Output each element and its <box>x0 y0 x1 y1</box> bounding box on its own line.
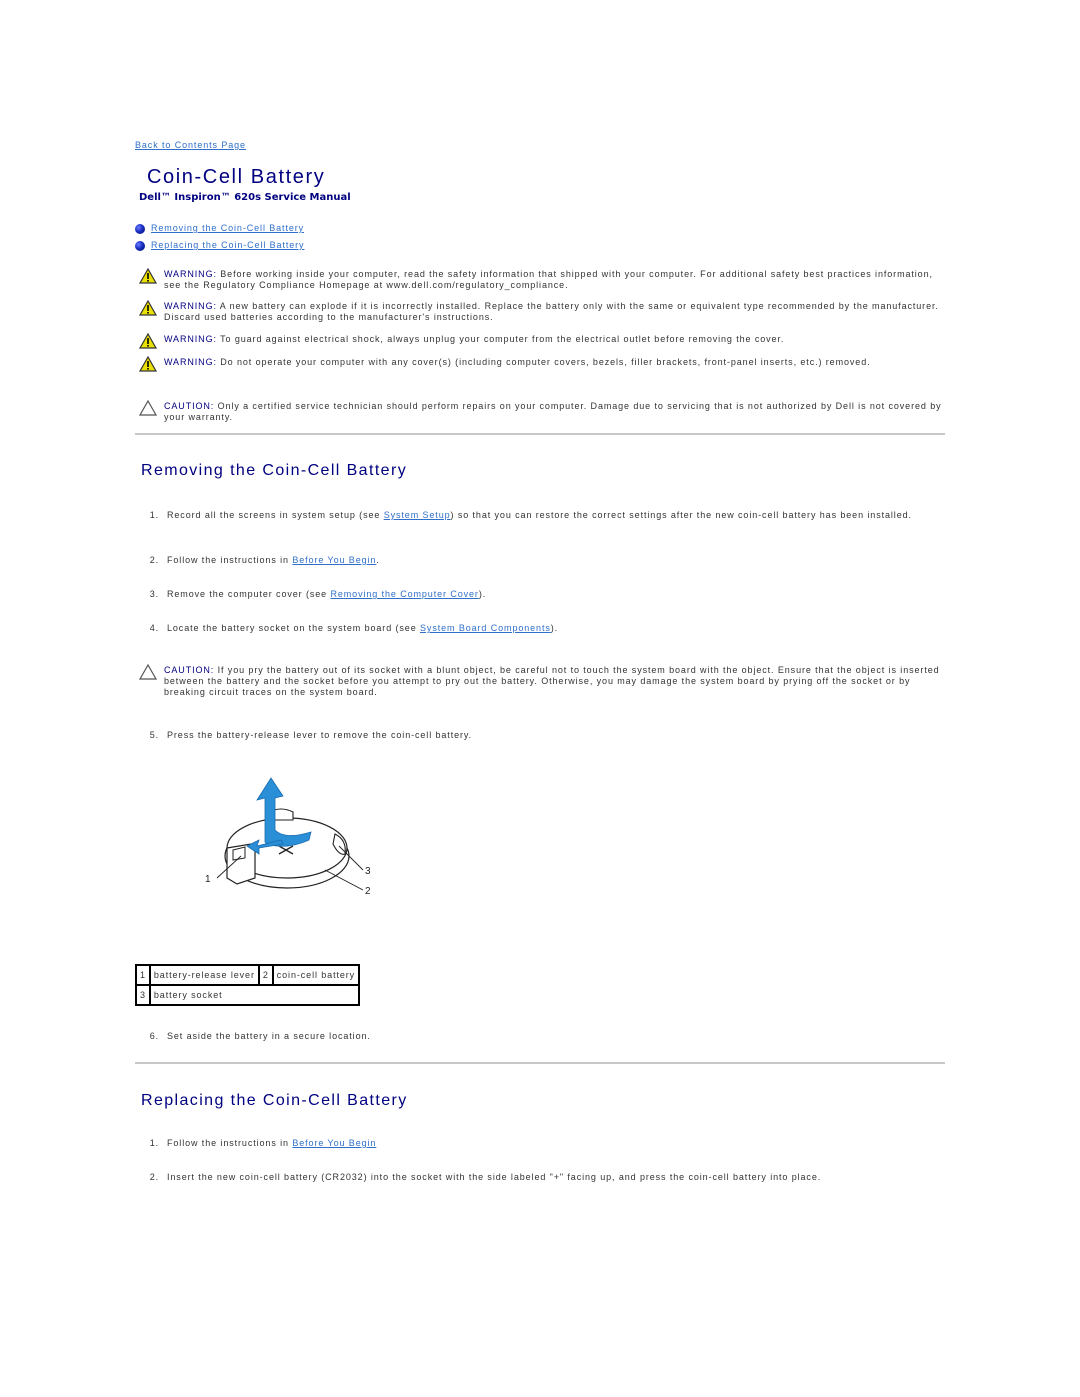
step-text: Set aside the battery in a secure locati… <box>167 1031 371 1041</box>
step-text: ). <box>478 589 487 599</box>
legend-number: 3 <box>135 984 151 1006</box>
notice-text: To guard against electrical shock, alway… <box>220 334 785 344</box>
step-number: 5. <box>149 730 159 740</box>
bullet-icon <box>135 223 145 234</box>
warning-icon <box>138 300 158 316</box>
table-row: 1 battery-release lever 2 coin-cell batt… <box>135 964 361 986</box>
section-heading-replacing: Replacing the Coin-Cell Battery <box>141 1092 408 1109</box>
callout-3: 3 <box>365 866 371 877</box>
step-number: 4. <box>149 623 159 633</box>
caution-notice: CAUTION: Only a certified service techni… <box>135 400 945 423</box>
legend-label: battery socket <box>148 984 361 1006</box>
notice-label: CAUTION: <box>164 401 215 411</box>
step-text: Follow the instructions in <box>167 1138 293 1148</box>
step-number: 2. <box>149 1172 159 1182</box>
warning-notice: WARNING: Before working inside your comp… <box>135 268 945 291</box>
legend-number: 2 <box>257 964 274 986</box>
step-number: 1. <box>149 1138 159 1148</box>
step-item: 1. Record all the screens in system setu… <box>135 510 945 521</box>
step-item: 2. Follow the instructions in Before You… <box>135 555 945 566</box>
notice-text: Only a certified service technician shou… <box>164 401 942 422</box>
notice-text: If you pry the battery out of its socket… <box>164 665 940 697</box>
table-of-contents: Removing the Coin-Cell Battery Replacing… <box>135 220 304 254</box>
system-setup-link[interactable]: System Setup <box>384 510 451 520</box>
toc-item: Removing the Coin-Cell Battery <box>135 220 304 237</box>
toc-link-replacing[interactable]: Replacing the Coin-Cell Battery <box>151 240 304 251</box>
callout-2: 2 <box>365 886 371 897</box>
step-text: ). <box>550 623 559 633</box>
legend-label: battery-release lever <box>148 964 260 986</box>
warning-icon <box>138 333 158 349</box>
step-item: 1. Follow the instructions in Before You… <box>135 1138 945 1149</box>
notice-label: WARNING: <box>164 301 217 311</box>
warning-notice: WARNING: A new battery can explode if it… <box>135 300 945 323</box>
caution-icon <box>138 400 158 416</box>
warning-notice: WARNING: To guard against electrical sho… <box>135 333 945 349</box>
system-board-components-link[interactable]: System Board Components <box>420 623 551 633</box>
page-title: Coin-Cell Battery <box>147 166 326 188</box>
notice-text: Do not operate your computer with any co… <box>220 357 871 367</box>
step-text: Remove the computer cover (see <box>167 589 331 599</box>
notice-text: A new battery can explode if it is incor… <box>164 301 939 322</box>
caution-icon <box>138 664 158 680</box>
table-row: 3 battery socket <box>135 984 361 1006</box>
step-text: ) so that you can restore the correct se… <box>450 510 912 520</box>
callout-1: 1 <box>205 874 211 885</box>
notice-label: WARNING: <box>164 357 217 367</box>
step-item: 2. Insert the new coin-cell battery (CR2… <box>135 1172 945 1183</box>
toc-item: Replacing the Coin-Cell Battery <box>135 237 304 254</box>
section-divider <box>135 1062 945 1064</box>
caution-notice: CAUTION: If you pry the battery out of i… <box>135 664 945 698</box>
step-text: Locate the battery socket on the system … <box>167 623 421 633</box>
step-text: Press the battery-release lever to remov… <box>167 730 473 740</box>
toc-link-removing[interactable]: Removing the Coin-Cell Battery <box>151 223 304 234</box>
warning-icon <box>138 268 158 284</box>
callout-legend-table: 1 battery-release lever 2 coin-cell batt… <box>135 964 361 1006</box>
legend-number: 1 <box>135 964 151 986</box>
warning-notice: WARNING: Do not operate your computer wi… <box>135 356 945 372</box>
manual-subtitle: Dell™ Inspiron™ 620s Service Manual <box>139 192 351 203</box>
step-item: 4. Locate the battery socket on the syst… <box>135 623 945 634</box>
section-heading-removing: Removing the Coin-Cell Battery <box>141 462 408 479</box>
bullet-icon <box>135 240 145 251</box>
notice-text: Before working inside your computer, rea… <box>164 269 933 290</box>
before-you-begin-link[interactable]: Before You Begin <box>292 555 376 565</box>
step-text: Insert the new coin-cell battery (CR2032… <box>167 1172 822 1182</box>
notice-label: CAUTION: <box>164 665 215 675</box>
notice-label: WARNING: <box>164 269 217 279</box>
step-item: 3. Remove the computer cover (see Removi… <box>135 589 945 600</box>
removing-computer-cover-link[interactable]: Removing the Computer Cover <box>330 589 478 599</box>
back-to-contents-link[interactable]: Back to Contents Page <box>135 140 246 151</box>
section-divider <box>135 433 945 435</box>
step-text: Follow the instructions in <box>167 555 293 565</box>
warning-icon <box>138 356 158 372</box>
before-you-begin-link[interactable]: Before You Begin <box>292 1138 376 1148</box>
step-text: . <box>376 555 380 565</box>
step-number: 1. <box>149 510 159 520</box>
step-number: 3. <box>149 589 159 599</box>
legend-label: coin-cell battery <box>271 964 361 986</box>
step-item: 5. Press the battery-release lever to re… <box>135 730 945 741</box>
step-item: 6. Set aside the battery in a secure loc… <box>135 1031 945 1042</box>
step-number: 6. <box>149 1031 159 1041</box>
step-number: 2. <box>149 555 159 565</box>
notice-label: WARNING: <box>164 334 217 344</box>
step-text: Record all the screens in system setup (… <box>167 510 384 520</box>
battery-removal-illustration: 1 2 3 <box>205 777 371 897</box>
